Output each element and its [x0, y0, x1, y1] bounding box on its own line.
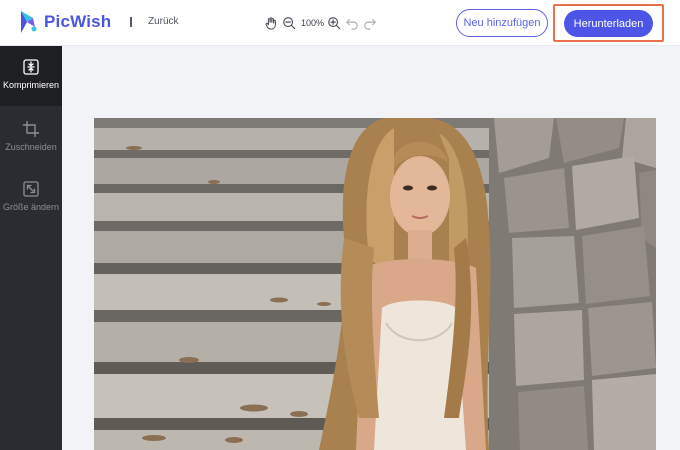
sidebar-item-label: Komprimieren [2, 80, 60, 90]
zoom-in-button[interactable] [326, 15, 342, 31]
sidebar-item-resize[interactable]: Größe ändern [0, 168, 62, 228]
app-window: PicWish Zurück 100% Neu hinzufügen Herun… [0, 0, 680, 450]
resize-icon [23, 181, 39, 197]
sidebar-item-label: Zuschneiden [5, 142, 57, 152]
redo-icon [364, 18, 376, 30]
zoom-in-icon [328, 17, 341, 30]
stone-wall [489, 118, 656, 450]
brand-name: PicWish [44, 12, 112, 31]
zoom-out-icon [283, 17, 296, 30]
zoom-level: 100% [301, 18, 325, 28]
download-button[interactable]: Herunterladen [564, 10, 653, 37]
compress-icon [23, 59, 39, 75]
picwish-logo-icon [21, 11, 37, 33]
tool-sidebar: Komprimieren Zuschneiden Größe ändern [0, 46, 62, 450]
hand-tool-button[interactable] [263, 15, 279, 31]
crop-icon [22, 120, 40, 138]
sidebar-item-crop[interactable]: Zuschneiden [0, 108, 62, 168]
view-toolbar: 100% [263, 13, 380, 33]
undo-icon [346, 18, 358, 30]
sidebar-item-label: Größe ändern [2, 202, 60, 212]
undo-button[interactable] [344, 15, 360, 31]
logo[interactable]: PicWish [17, 9, 111, 35]
zoom-out-button[interactable] [281, 15, 297, 31]
hand-icon [265, 17, 276, 30]
back-link[interactable]: Zurück [148, 16, 179, 27]
download-highlight-frame: Herunterladen [553, 4, 664, 42]
image-preview[interactable] [94, 118, 656, 450]
add-new-button[interactable]: Neu hinzufügen [456, 9, 548, 37]
sidebar-item-compress[interactable]: Komprimieren [0, 46, 62, 106]
header-divider [130, 17, 132, 27]
top-bar: PicWish Zurück 100% Neu hinzufügen Herun… [0, 0, 680, 46]
portrait-photo [94, 118, 656, 450]
editor-canvas [62, 46, 680, 450]
redo-button[interactable] [362, 15, 378, 31]
